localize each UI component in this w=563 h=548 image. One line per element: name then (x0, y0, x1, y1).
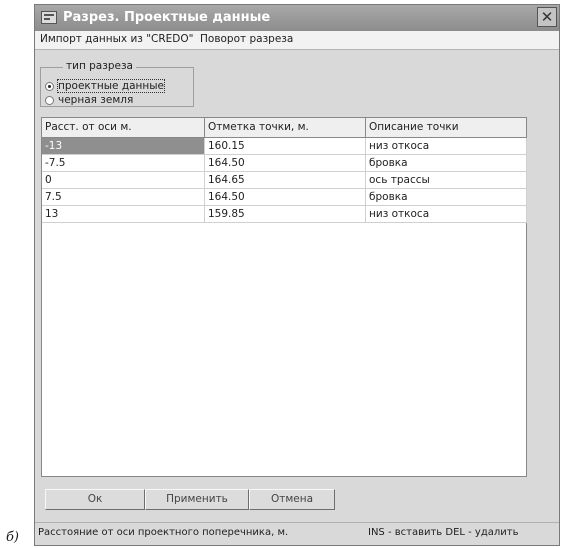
menu-bar: Импорт данных из "CREDO" Поворот разреза (35, 31, 559, 50)
table-cell-description[interactable]: низ откоса (366, 138, 527, 155)
column-header-description[interactable]: Описание точки (366, 118, 527, 138)
status-hint: Расстояние от оси проектного поперечника… (38, 527, 289, 538)
close-button[interactable]: ✕ (537, 7, 557, 27)
table-cell-elevation[interactable]: 160.15 (205, 138, 366, 155)
cancel-button[interactable]: Отмена (249, 489, 335, 510)
table-cell-distance[interactable]: 7.5 (42, 189, 205, 206)
menu-rotate-section[interactable]: Поворот разреза (200, 33, 293, 45)
table-cell-distance[interactable]: 0 (42, 172, 205, 189)
ok-button[interactable]: Ок (45, 489, 145, 510)
table-cell-distance[interactable]: -13 (42, 138, 205, 155)
column-header-elevation[interactable]: Отметка точки, м. (205, 118, 366, 138)
table-cell-elevation[interactable]: 164.50 (205, 155, 366, 172)
table-cell-elevation[interactable]: 164.50 (205, 189, 366, 206)
column-header-distance[interactable]: Расст. от оси м. (42, 118, 205, 138)
window-title: Разрез. Проектные данные (63, 10, 271, 25)
table-cell-description[interactable]: ось трассы (366, 172, 527, 189)
status-shortcuts: INS - вставить DEL - удалить (368, 527, 519, 538)
menu-import-credo[interactable]: Импорт данных из "CREDO" (40, 33, 193, 45)
table-cell-description[interactable]: бровка (366, 189, 527, 206)
radio-black-ground-label: черная земля (58, 94, 134, 106)
table-cell-elevation[interactable]: 159.85 (205, 206, 366, 223)
table-cell-description[interactable]: бровка (366, 155, 527, 172)
window-app-icon (41, 11, 57, 24)
title-bar[interactable]: Разрез. Проектные данные ✕ (35, 5, 559, 31)
radio-design-data[interactable]: проектные данные (45, 79, 165, 93)
table-cell-distance[interactable]: -7.5 (42, 155, 205, 172)
section-type-legend: тип разреза (63, 60, 136, 72)
table-cell-distance[interactable]: 13 (42, 206, 205, 223)
section-points-table[interactable]: Расст. от оси м. Отметка точки, м. Описа… (41, 117, 527, 477)
dialog-window: Разрез. Проектные данные ✕ Импорт данных… (34, 4, 560, 546)
radio-unselected-icon (45, 95, 54, 105)
table-cell-description[interactable]: низ откоса (366, 206, 527, 223)
radio-black-ground[interactable]: черная земля (45, 94, 133, 106)
status-bar: Расстояние от оси проектного поперечника… (35, 522, 559, 545)
radio-selected-icon (45, 81, 54, 91)
apply-button[interactable]: Применить (145, 489, 249, 510)
table-cell-elevation[interactable]: 164.65 (205, 172, 366, 189)
radio-design-data-label: проектные данные (57, 79, 165, 93)
figure-caption: б) (6, 530, 20, 545)
close-icon: ✕ (540, 8, 554, 26)
